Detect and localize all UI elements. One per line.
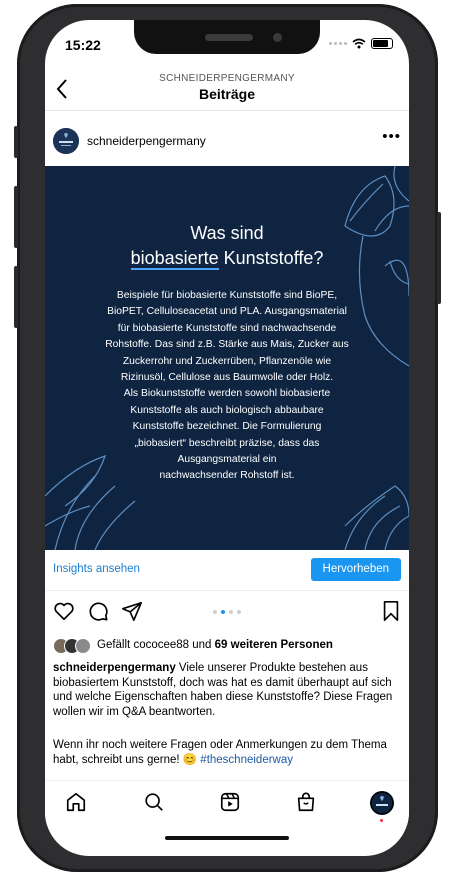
shop-icon[interactable] bbox=[295, 791, 317, 813]
avatar[interactable] bbox=[53, 128, 79, 154]
caption-username[interactable]: schneiderpengermany bbox=[53, 662, 176, 674]
status-icons bbox=[329, 38, 393, 49]
top-bar: SCHNEIDERPENGERMANY Beiträge bbox=[45, 70, 409, 111]
insights-link[interactable]: Insights ansehen bbox=[53, 563, 140, 575]
image-title-underlined: biobasierte bbox=[130, 248, 219, 270]
account-label: SCHNEIDERPENGERMANY bbox=[159, 73, 295, 84]
battery-icon bbox=[371, 38, 393, 49]
carousel-dots bbox=[213, 610, 241, 614]
image-body-line: für biobasierte Kunststoffe sind nachwac… bbox=[117, 322, 337, 334]
search-icon[interactable] bbox=[143, 791, 165, 813]
volume-up-button bbox=[14, 186, 18, 248]
image-body-line: Ausgangsmaterial ein bbox=[177, 454, 277, 466]
image-body-line: nachwachsender Rohstoff ist. bbox=[159, 470, 295, 482]
caption: schneiderpengermany Viele unserer Produk… bbox=[53, 661, 403, 719]
carousel-dot bbox=[213, 610, 217, 614]
image-title-line1: Was sind bbox=[190, 223, 264, 243]
image-body-line: Kunststoffe bezeichnet. Die Formulierung bbox=[132, 421, 322, 433]
likes-prefix: Gefällt bbox=[97, 639, 134, 651]
notification-dot bbox=[380, 819, 383, 822]
likes-others: 69 weiteren Personen bbox=[214, 639, 333, 651]
image-body-line: Zuckerrohr und Zuckerrüben, Pflanzenöle … bbox=[122, 355, 332, 367]
post-image[interactable]: Was sind biobasierte Kunststoffe? Beispi… bbox=[45, 166, 409, 550]
screen: 15:22 SCHNEIDERPENGERMANY Beiträge schne… bbox=[45, 20, 409, 856]
speaker bbox=[205, 34, 253, 41]
image-body-line: Als Biokunststoffe werden sowohl biobasi… bbox=[123, 388, 331, 400]
insights-bar: Insights ansehen Hervorheben bbox=[45, 550, 409, 591]
bookmark-icon[interactable] bbox=[381, 600, 401, 622]
home-icon[interactable] bbox=[65, 791, 87, 813]
likes-user: cococee88 bbox=[133, 639, 190, 651]
image-title: Was sind biobasierte Kunststoffe? bbox=[45, 221, 409, 271]
post-header: schneiderpengermany ••• bbox=[45, 120, 409, 162]
brand-logo-icon bbox=[370, 791, 394, 815]
tab-bar bbox=[45, 780, 409, 825]
wifi-icon bbox=[352, 38, 366, 49]
power-button bbox=[437, 212, 441, 304]
highlight-button[interactable]: Hervorheben bbox=[310, 558, 401, 581]
image-body-line: „biobasiert“ beschreibt präzise, dass da… bbox=[134, 437, 320, 449]
image-body-line: Beispiele für biobasierte Kunststoffe si… bbox=[116, 290, 338, 301]
heart-icon[interactable] bbox=[53, 600, 75, 622]
likes-text[interactable]: Gefällt cococee88 und 69 weiteren Person… bbox=[97, 639, 333, 651]
avatar bbox=[75, 638, 91, 654]
image-body-line: BioPET, Celluloseacetat und PLA. Ausgang… bbox=[107, 306, 347, 318]
image-title-rest: Kunststoffe? bbox=[218, 248, 324, 268]
volume-down-button bbox=[14, 266, 18, 328]
home-indicator bbox=[165, 836, 289, 840]
reels-icon[interactable] bbox=[219, 791, 241, 813]
comment-icon[interactable] bbox=[87, 600, 109, 622]
post-username[interactable]: schneiderpengermany bbox=[87, 134, 206, 148]
image-body-text: Beispiele für biobasierte Kunststoffe si… bbox=[57, 288, 397, 485]
signal-icon bbox=[329, 42, 347, 45]
liker-avatars[interactable] bbox=[53, 638, 91, 654]
send-icon[interactable] bbox=[121, 600, 143, 622]
status-time: 15:22 bbox=[65, 37, 101, 53]
carousel-dot-active bbox=[221, 610, 225, 614]
carousel-dot bbox=[229, 610, 233, 614]
more-options-icon[interactable]: ••• bbox=[382, 128, 401, 145]
caption-second: Wenn ihr noch weitere Fragen oder Anmerk… bbox=[53, 738, 403, 767]
page-title: Beiträge bbox=[198, 86, 256, 102]
profile-icon[interactable] bbox=[370, 791, 394, 815]
image-body-line: Rizinusöl, Cellulose aus Baumwolle oder … bbox=[120, 372, 334, 384]
brand-logo-icon bbox=[53, 128, 79, 154]
likes-row: Gefällt cococee88 und 69 weiteren Person… bbox=[53, 638, 409, 654]
front-camera bbox=[273, 33, 282, 42]
image-body-line: Kunststoffe als auch biologisch abbaubar… bbox=[130, 404, 324, 416]
hashtag-link[interactable]: #theschneiderway bbox=[200, 754, 293, 766]
post-actions bbox=[45, 598, 409, 628]
likes-middle: und bbox=[189, 639, 215, 651]
carousel-dot bbox=[237, 610, 241, 614]
mute-switch bbox=[14, 126, 18, 158]
image-body-line: Rohstoffe. Das sind z.B. Stärke aus Mais… bbox=[105, 339, 349, 351]
